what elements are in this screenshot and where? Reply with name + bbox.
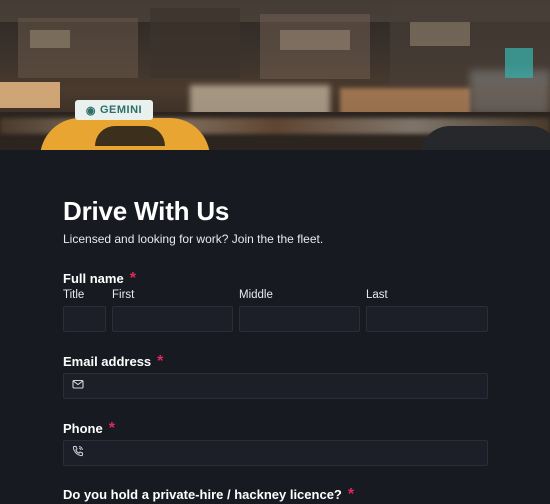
phone-field[interactable] bbox=[63, 440, 488, 466]
page-title: Drive With Us bbox=[63, 196, 230, 226]
email-label: Email address bbox=[63, 354, 152, 369]
taxi-roof-sign: ◉ GEMINI bbox=[75, 100, 153, 120]
name-first-label: First bbox=[112, 289, 135, 301]
name-middle-input[interactable] bbox=[239, 306, 360, 332]
required-marker: * bbox=[108, 420, 115, 437]
licence-label-row: Do you hold a private-hire / hackney lic… bbox=[63, 486, 354, 504]
taxi-logo-icon: ◉ bbox=[85, 104, 96, 117]
name-title-label: Title bbox=[63, 289, 85, 301]
name-title-input[interactable] bbox=[63, 306, 106, 332]
name-first-input[interactable] bbox=[112, 306, 233, 332]
form-header: Drive With Us Licensed and looking for w… bbox=[63, 196, 488, 247]
email-label-row: Email address * bbox=[63, 353, 163, 371]
full-name-label: Full name bbox=[63, 271, 124, 286]
hero-banner-image: ◉ GEMINI bbox=[0, 0, 550, 150]
phone-label: Phone bbox=[63, 421, 103, 436]
taxi-sign-text: GEMINI bbox=[99, 104, 143, 116]
full-name-label-row: Full name * bbox=[63, 270, 136, 288]
mail-icon bbox=[72, 377, 84, 395]
required-marker: * bbox=[157, 353, 164, 370]
required-marker: * bbox=[347, 486, 355, 503]
name-last-input[interactable] bbox=[366, 306, 488, 332]
name-last-label: Last bbox=[366, 289, 388, 301]
email-field[interactable] bbox=[63, 373, 488, 399]
name-middle-label: Middle bbox=[239, 289, 273, 301]
required-marker: * bbox=[129, 270, 136, 287]
page-subtitle: Licensed and looking for work? Join the … bbox=[63, 232, 324, 246]
phone-label-row: Phone * bbox=[63, 420, 115, 438]
phone-icon bbox=[72, 444, 84, 462]
